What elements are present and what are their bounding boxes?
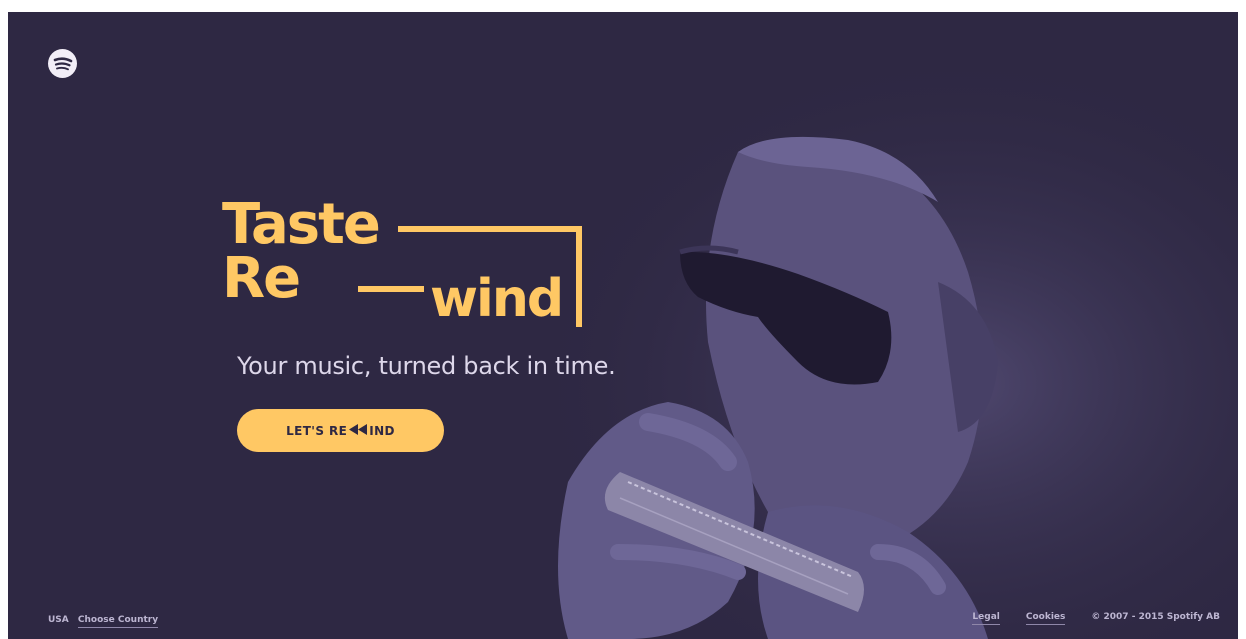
country-code: USA <box>48 615 69 625</box>
page-title: Taste Re wind <box>222 197 602 327</box>
footer-links: Legal Cookies © 2007 - 2015 Spotify AB <box>972 612 1220 625</box>
footer-country: USA Choose Country <box>48 615 159 628</box>
hero-subtitle: Your music, turned back in time. <box>237 352 616 380</box>
choose-country-link[interactable]: Choose Country <box>77 615 159 628</box>
copyright-text: © 2007 - 2015 Spotify AB <box>1091 612 1220 622</box>
cookies-link[interactable]: Cookies <box>1025 612 1066 625</box>
hero-photo <box>8 12 1238 639</box>
rewind-icon <box>349 423 368 438</box>
spotify-logo-icon[interactable] <box>48 49 77 78</box>
title-re: Re <box>222 246 301 311</box>
lets-rewind-button[interactable]: LET'S RE IND <box>237 409 444 452</box>
hero-section: Taste Re wind Your music, turned back in… <box>8 12 1238 639</box>
title-taste: Taste <box>222 192 381 257</box>
cta-label-prefix: LET'S RE <box>286 423 348 438</box>
title-wind: wind <box>430 269 564 329</box>
legal-link[interactable]: Legal <box>972 612 1000 625</box>
cta-label-suffix: IND <box>369 423 395 438</box>
